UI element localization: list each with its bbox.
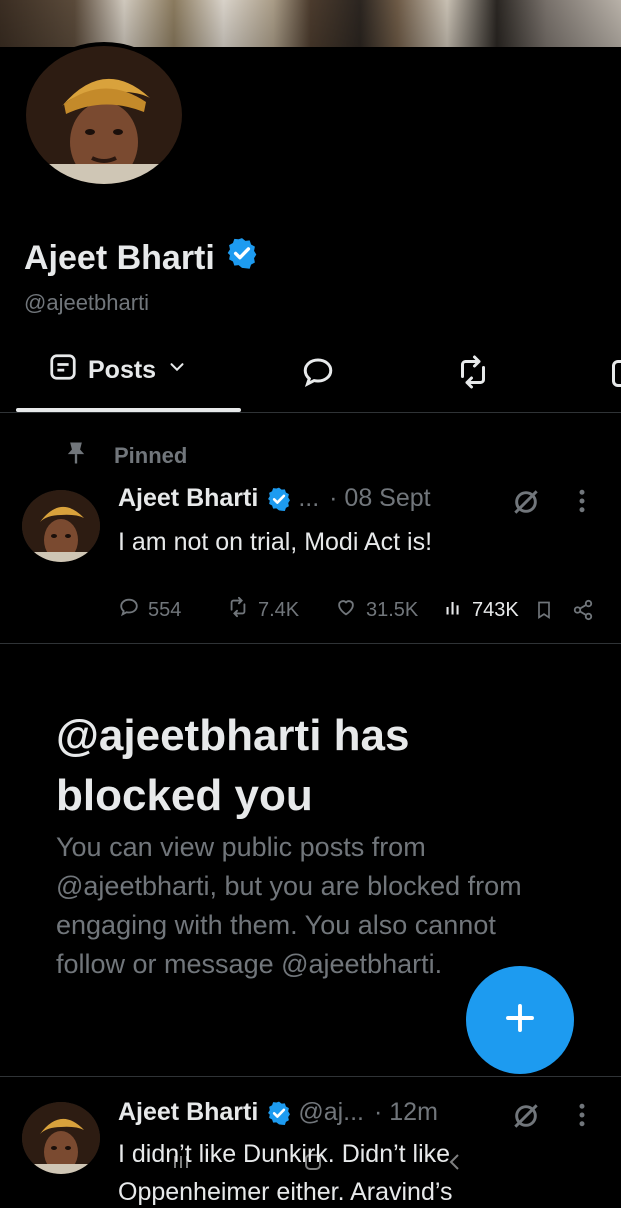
view-count: 743K xyxy=(472,599,519,622)
tweet-time[interactable]: · 08 Sept xyxy=(329,484,430,513)
profile-tabs: Posts xyxy=(0,340,621,412)
grok-icon[interactable] xyxy=(510,1100,542,1137)
pinned-text: Pinned xyxy=(114,443,187,469)
reposts-icon[interactable] xyxy=(454,354,492,395)
tweet-text-line-2: Oppenheimer either. Aravind’s xyxy=(118,1176,452,1208)
tweet-header: Ajeet Bharti ... · 08 Sept xyxy=(118,484,431,513)
tweet-handle: @aj... xyxy=(298,1098,364,1127)
tweet-time[interactable]: · 12m xyxy=(374,1098,438,1127)
blocked-description: You can view public posts from @ajeetbha… xyxy=(56,828,526,984)
tweet-author-name[interactable]: Ajeet Bharti xyxy=(118,484,258,513)
verified-badge-icon[interactable] xyxy=(225,236,259,279)
profile-banner[interactable] xyxy=(0,0,621,47)
reply-icon xyxy=(118,596,140,624)
nav-home-icon[interactable] xyxy=(300,1150,326,1179)
tabs-divider xyxy=(0,412,621,413)
tab-posts[interactable]: Posts xyxy=(48,352,188,389)
like-count: 31.5K xyxy=(366,599,418,622)
section-divider xyxy=(0,643,621,644)
bookmark-icon[interactable] xyxy=(534,598,554,628)
profile-avatar[interactable] xyxy=(22,42,186,188)
nav-recents-icon[interactable] xyxy=(168,1150,194,1179)
chevron-down-icon[interactable] xyxy=(166,356,188,385)
tweet-header: Ajeet Bharti @aj... · 12m xyxy=(118,1098,438,1127)
tweet-avatar[interactable] xyxy=(22,490,100,562)
compose-post-button[interactable] xyxy=(466,966,574,1074)
reply-button[interactable]: 554 xyxy=(118,596,181,624)
tweet-actions: 554 7.4K 31.5K 743K xyxy=(118,596,598,624)
profile-name: Ajeet Bharti xyxy=(24,236,259,279)
more-options-icon[interactable] xyxy=(574,1100,590,1135)
grok-icon[interactable] xyxy=(510,486,542,523)
repost-button[interactable]: 7.4K xyxy=(226,596,299,624)
plus-icon xyxy=(502,1000,538,1041)
avatar-photo xyxy=(26,46,182,184)
views-icon xyxy=(444,596,464,624)
share-icon[interactable] xyxy=(572,598,594,628)
pin-icon xyxy=(62,438,90,474)
like-button[interactable]: 31.5K xyxy=(334,596,418,624)
tab-posts-label: Posts xyxy=(88,356,156,385)
blocked-title: @ajeetbharti has blocked you xyxy=(56,706,536,826)
verified-badge-icon xyxy=(266,486,292,512)
replies-icon[interactable] xyxy=(300,354,336,395)
tweet-author-name[interactable]: Ajeet Bharti xyxy=(118,1098,258,1127)
nav-back-icon[interactable] xyxy=(442,1150,468,1179)
repost-count: 7.4K xyxy=(258,599,299,622)
verified-badge-icon xyxy=(266,1100,292,1126)
reply-count: 554 xyxy=(148,599,181,622)
section-divider xyxy=(0,1076,621,1077)
tweet-handle: ... xyxy=(298,484,319,513)
tweet-avatar[interactable] xyxy=(22,1102,100,1174)
more-options-icon[interactable] xyxy=(574,486,590,521)
views-button[interactable]: 743K xyxy=(444,596,519,624)
media-icon[interactable] xyxy=(608,354,621,395)
profile-name-text: Ajeet Bharti xyxy=(24,238,215,278)
repost-icon xyxy=(226,596,250,624)
tweet-text: I am not on trial, Modi Act is! xyxy=(118,526,432,558)
heart-icon xyxy=(334,596,358,624)
posts-icon xyxy=(48,352,78,389)
profile-handle: @ajeetbharti xyxy=(24,290,149,316)
pinned-label: Pinned xyxy=(62,438,187,474)
